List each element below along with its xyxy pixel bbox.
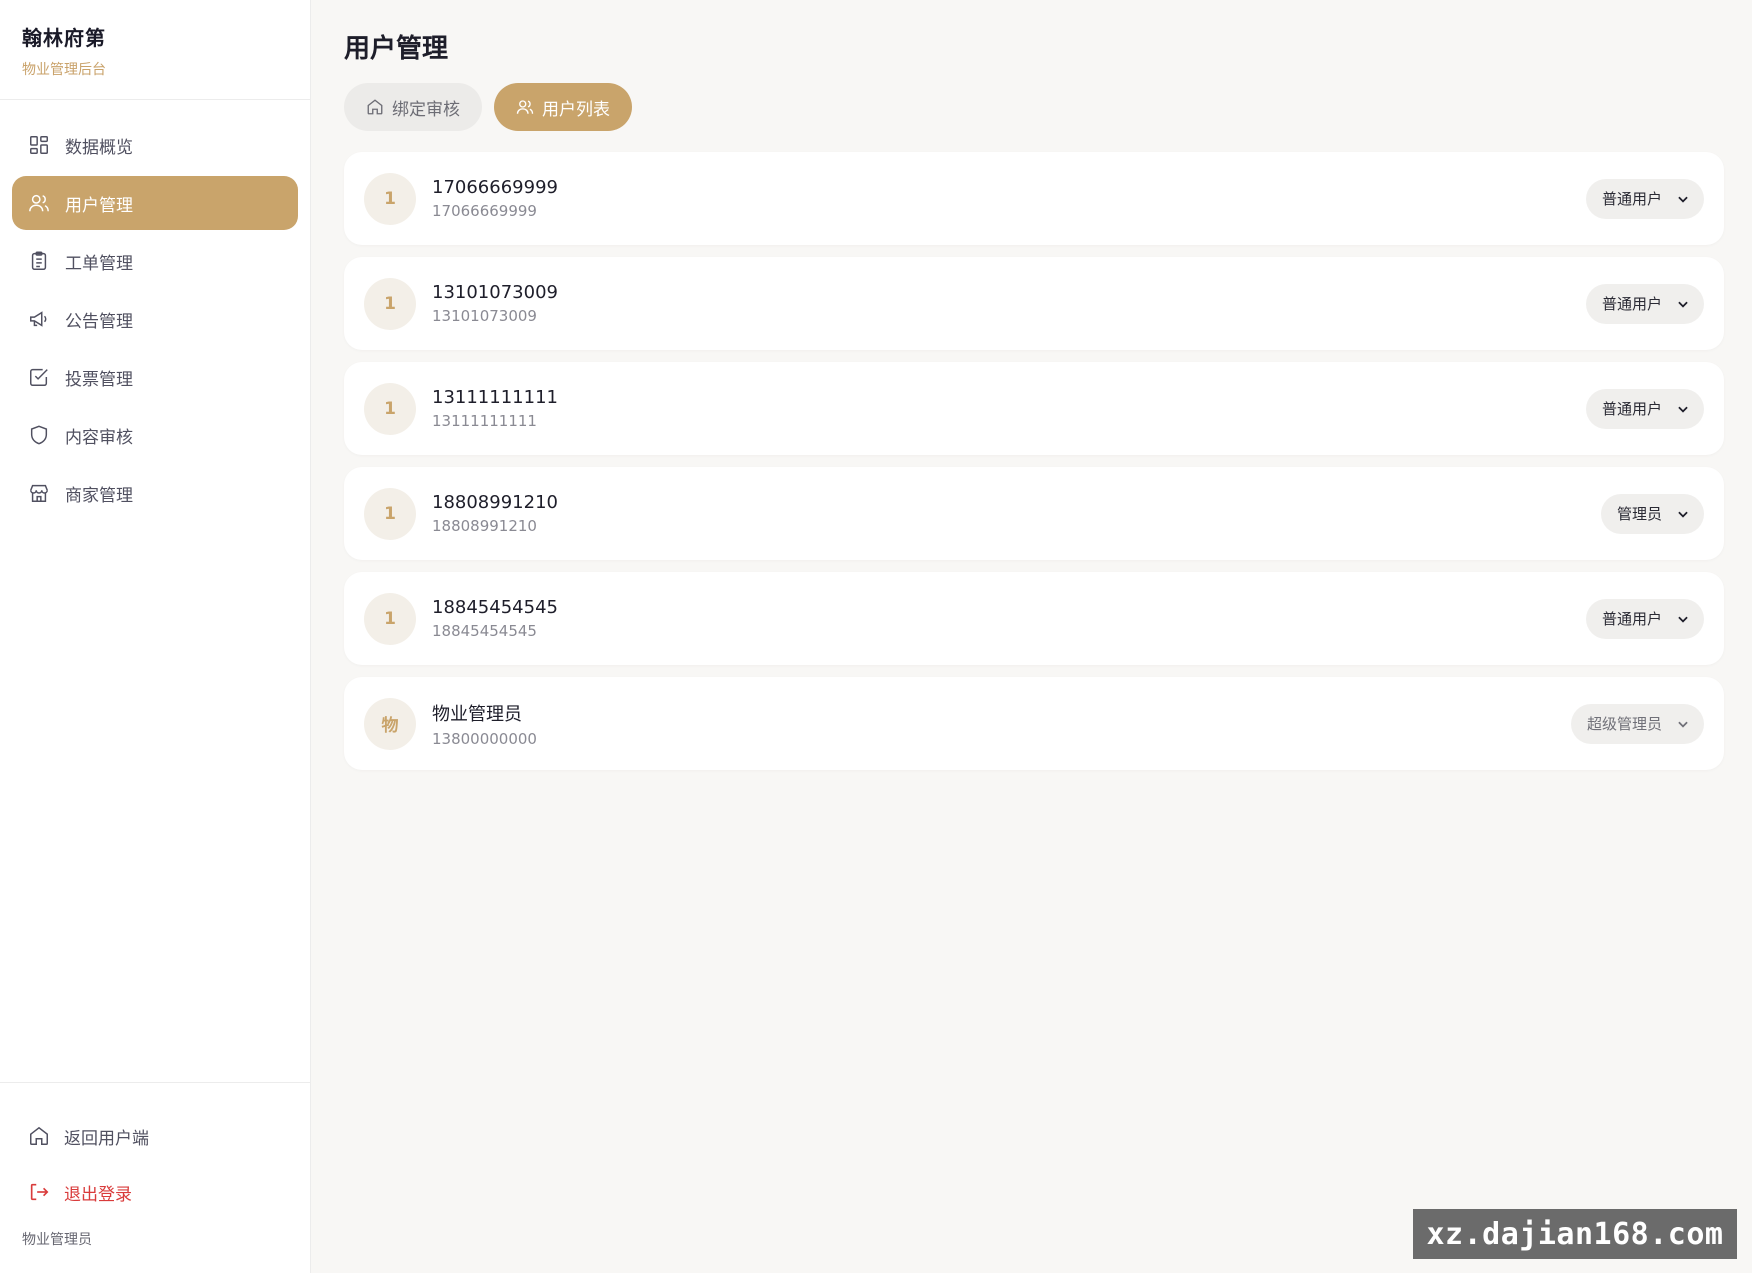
role-select[interactable]: 普通用户	[1585, 598, 1704, 639]
brand: 翰林府第 物业管理后台	[0, 0, 310, 100]
role-value: 普通用户	[1601, 190, 1662, 208]
role-select[interactable]: 超级管理员	[1570, 703, 1704, 744]
user-card: 1 13111111111 13111111111 普通用户	[344, 362, 1724, 455]
chevron-down-icon	[1676, 402, 1690, 416]
role-value: 普通用户	[1601, 295, 1662, 313]
role-select[interactable]: 管理员	[1600, 493, 1704, 534]
avatar: 1	[364, 592, 416, 645]
role-value: 超级管理员	[1586, 715, 1662, 733]
tab-binding-review[interactable]: 绑定审核	[344, 83, 482, 131]
chevron-down-icon	[1676, 612, 1690, 626]
user-phone: 18845454545	[432, 622, 537, 640]
sidebar-nav: 数据概览 用户管理 工单管理 公告管理 投票管理 内容审核 商家管理	[0, 100, 310, 520]
megaphone-icon	[28, 308, 50, 330]
avatar: 1	[364, 277, 416, 330]
user-info: 18845454545 18845454545	[432, 597, 1586, 640]
home-icon	[366, 98, 384, 116]
sidebar-item-label: 工单管理	[65, 253, 133, 274]
store-icon	[28, 482, 50, 504]
user-info: 物业管理员 13800000000	[432, 700, 1571, 748]
user-name: 物业管理员	[432, 703, 522, 725]
chevron-down-icon	[1676, 507, 1690, 521]
tab-bar: 绑定审核 用户列表	[344, 83, 632, 131]
sidebar-item-label: 商家管理	[65, 485, 133, 506]
user-name: 13111111111	[432, 387, 558, 408]
sidebar-item-content-review[interactable]: 内容审核	[12, 408, 298, 462]
user-info: 13101073009 13101073009	[432, 282, 1586, 325]
sidebar-footer: 返回用户端 退出登录 物业管理员	[0, 1082, 310, 1273]
tab-label: 用户列表	[542, 99, 610, 120]
tab-user-list[interactable]: 用户列表	[494, 83, 632, 131]
user-phone: 13101073009	[432, 307, 537, 325]
sidebar-item-voting[interactable]: 投票管理	[12, 350, 298, 404]
user-card: 物 物业管理员 13800000000 超级管理员	[344, 677, 1724, 770]
user-list: 1 17066669999 17066669999 普通用户 1 1310107…	[344, 152, 1724, 782]
tab-label: 绑定审核	[392, 99, 460, 120]
user-card: 1 18845454545 18845454545 普通用户	[344, 572, 1724, 665]
chevron-down-icon	[1676, 717, 1690, 731]
role-select[interactable]: 普通用户	[1585, 178, 1704, 219]
back-to-user-button[interactable]: 返回用户端	[0, 1111, 310, 1161]
home-icon	[28, 1125, 50, 1147]
avatar: 1	[364, 172, 416, 225]
user-name: 13101073009	[432, 282, 558, 303]
page-title: 用户管理	[344, 34, 449, 64]
user-card: 1 17066669999 17066669999 普通用户	[344, 152, 1724, 245]
current-user-label: 物业管理员	[22, 1232, 92, 1248]
sidebar-item-label: 内容审核	[65, 427, 133, 448]
role-value: 普通用户	[1601, 400, 1662, 418]
user-phone: 18808991210	[432, 517, 537, 535]
role-select[interactable]: 普通用户	[1585, 388, 1704, 429]
sidebar: 翰林府第 物业管理后台 数据概览 用户管理 工单管理 公告管理 投票管理 内容审…	[0, 0, 311, 1273]
brand-title: 翰林府第	[22, 26, 106, 50]
user-card: 1 18808991210 18808991210 管理员	[344, 467, 1724, 560]
sidebar-item-tickets[interactable]: 工单管理	[12, 234, 298, 288]
checkbox-icon	[28, 366, 50, 388]
logout-button[interactable]: 退出登录	[0, 1167, 310, 1217]
user-info: 13111111111 13111111111	[432, 387, 1586, 430]
avatar: 1	[364, 382, 416, 435]
user-name: 18845454545	[432, 597, 558, 618]
logout-icon	[28, 1181, 50, 1203]
sidebar-item-label: 用户管理	[65, 195, 133, 216]
role-value: 普通用户	[1601, 610, 1662, 628]
users-icon	[516, 98, 534, 116]
chevron-down-icon	[1676, 297, 1690, 311]
avatar: 物	[364, 697, 416, 750]
logout-label: 退出登录	[64, 1184, 132, 1205]
user-phone: 13800000000	[432, 729, 537, 748]
user-phone: 17066669999	[432, 202, 537, 220]
sidebar-item-label: 投票管理	[65, 369, 133, 390]
sidebar-item-merchants[interactable]: 商家管理	[12, 466, 298, 520]
sidebar-item-overview[interactable]: 数据概览	[12, 118, 298, 172]
role-select[interactable]: 普通用户	[1585, 283, 1704, 324]
users-icon	[28, 192, 50, 214]
clipboard-icon	[28, 250, 50, 272]
user-info: 18808991210 18808991210	[432, 492, 1601, 535]
avatar: 1	[364, 487, 416, 540]
user-card: 1 13101073009 13101073009 普通用户	[344, 257, 1724, 350]
user-phone: 13111111111	[432, 412, 537, 430]
sidebar-item-announcements[interactable]: 公告管理	[12, 292, 298, 346]
sidebar-item-label: 公告管理	[65, 311, 133, 332]
back-to-user-label: 返回用户端	[64, 1128, 149, 1149]
role-value: 管理员	[1616, 505, 1662, 523]
grid-icon	[28, 134, 50, 156]
chevron-down-icon	[1676, 192, 1690, 206]
sidebar-item-users[interactable]: 用户管理	[12, 176, 298, 230]
shield-icon	[28, 424, 50, 446]
user-name: 17066669999	[432, 177, 558, 198]
user-name: 18808991210	[432, 492, 558, 513]
watermark: xz.dajian168.com	[1413, 1209, 1737, 1259]
sidebar-item-label: 数据概览	[65, 137, 133, 158]
user-info: 17066669999 17066669999	[432, 177, 1586, 220]
brand-subtitle: 物业管理后台	[22, 62, 106, 78]
